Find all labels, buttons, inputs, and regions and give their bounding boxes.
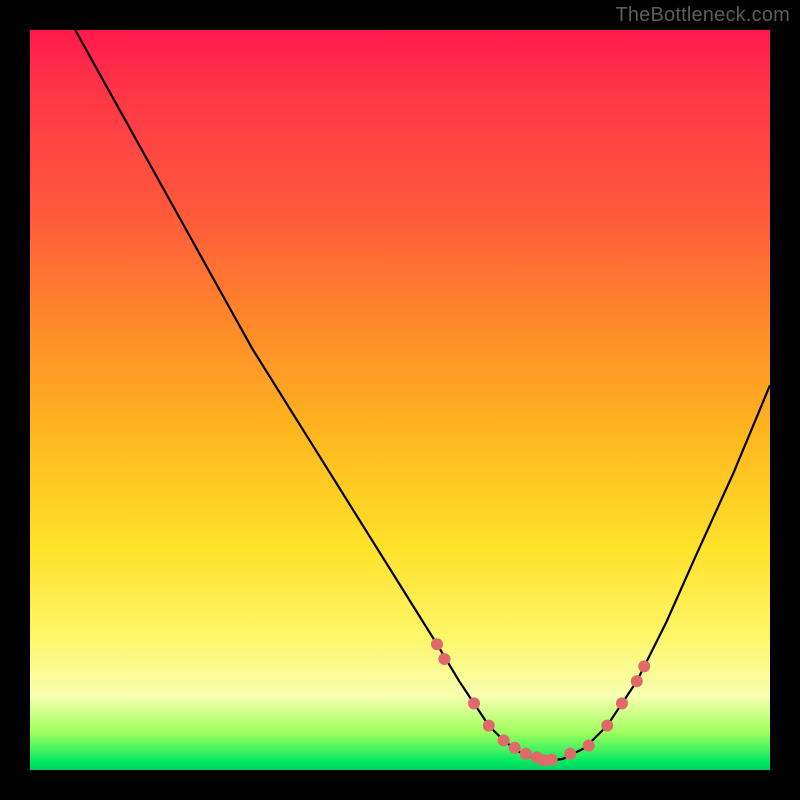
marker-dot: [631, 675, 643, 687]
plot-area: [30, 30, 770, 770]
marker-dot: [638, 660, 650, 672]
bottleneck-chart-svg: [30, 30, 770, 770]
marker-dot: [468, 697, 480, 709]
marker-dot: [583, 740, 595, 752]
marker-dot: [498, 734, 510, 746]
marker-dot: [564, 748, 576, 760]
bottleneck-curve: [30, 30, 770, 761]
marker-dot: [520, 748, 532, 760]
marker-dot: [601, 720, 613, 732]
marker-dot: [616, 697, 628, 709]
highlight-markers: [431, 638, 650, 766]
marker-dot: [431, 638, 443, 650]
marker-dot: [546, 754, 558, 766]
chart-frame: TheBottleneck.com: [0, 0, 800, 800]
marker-dot: [509, 742, 521, 754]
marker-dot: [483, 720, 495, 732]
watermark-text: TheBottleneck.com: [615, 4, 790, 27]
marker-dot: [438, 653, 450, 665]
